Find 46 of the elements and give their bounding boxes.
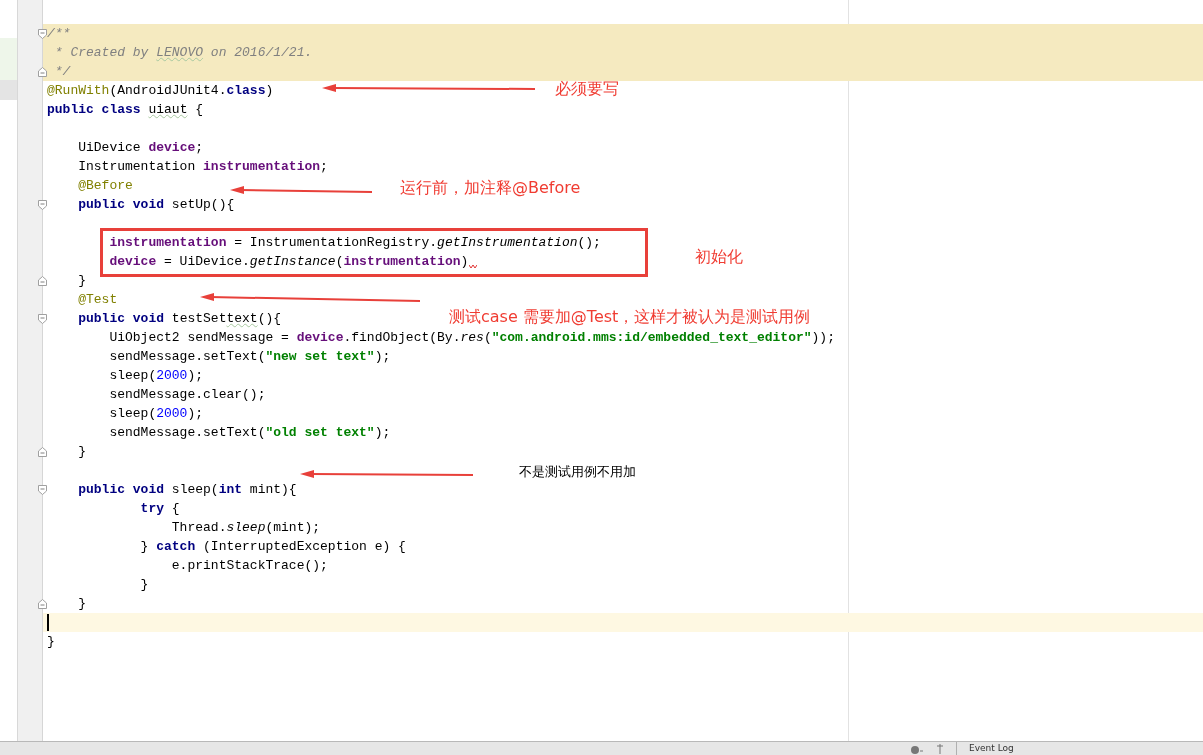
- fold-icon[interactable]: [38, 275, 47, 286]
- code-line: public void sleep(int mint){: [77, 481, 297, 499]
- fold-icon[interactable]: [38, 199, 47, 210]
- code-line: e.printStackTrace();: [170, 557, 328, 575]
- fold-icon[interactable]: [38, 66, 47, 77]
- code-line: sendMessage.setText("new set text");: [108, 348, 391, 366]
- code-line: } catch (InterruptedException e) {: [139, 538, 406, 556]
- code-line: }: [47, 633, 55, 651]
- code-line: }: [77, 443, 86, 461]
- fold-icon[interactable]: [38, 28, 47, 39]
- event-log-tab[interactable]: Event Log: [969, 743, 1014, 754]
- code-line: /**: [47, 25, 71, 43]
- fold-icon[interactable]: [38, 313, 47, 324]
- fold-icon[interactable]: [38, 598, 47, 609]
- code-line: try {: [139, 500, 180, 518]
- annotation-note: 初始化: [695, 247, 743, 267]
- text-cursor: [47, 614, 49, 631]
- code-line: instrumentation = InstrumentationRegistry.getInstrumentation();: [108, 234, 601, 252]
- code-line: * Created by LENOVO on 2016/1/21.: [53, 44, 313, 62]
- code-line: */: [53, 63, 71, 81]
- pin-icon[interactable]: [936, 743, 944, 754]
- code-line: UiObject2 sendMessage = device.findObject(By.res("com.android.mms:id/embedded_text_editor"));: [108, 329, 835, 347]
- code-line: }: [139, 576, 149, 594]
- fold-icon[interactable]: [38, 484, 47, 495]
- code-line: UiDevice device;: [77, 139, 204, 157]
- code-line: Instrumentation instrumentation;: [77, 158, 328, 176]
- code-line: public void testSettext(){: [77, 310, 282, 328]
- code-line: device = UiDevice.getInstance(instrumentation): [108, 253, 469, 271]
- annotation-note: 测试case 需要加@Test，这样才被认为是测试用例: [449, 307, 811, 327]
- code-line: sleep(2000);: [108, 367, 204, 385]
- code-line: @RunWith(AndroidJUnit4.class): [47, 82, 274, 100]
- sidebar-band: [0, 38, 17, 100]
- code-line: sendMessage.setText("old set text");: [108, 424, 391, 442]
- code-line: public void setUp(){: [77, 196, 235, 214]
- annotation-note: 运行前，加注释@Before: [400, 178, 581, 198]
- code-line: }: [77, 595, 86, 613]
- code-line: }: [77, 272, 86, 290]
- code-line: public class uiaut {: [47, 101, 204, 119]
- code-line: @Before: [77, 177, 133, 195]
- code-line: Thread.sleep(mint);: [170, 519, 321, 537]
- annotation-note: 必须要写: [555, 79, 619, 99]
- code-line: sleep(2000);: [108, 405, 204, 423]
- code-line: @Test: [77, 291, 118, 309]
- fold-icon[interactable]: [38, 446, 47, 457]
- code-line: sendMessage.clear();: [108, 386, 266, 404]
- annotation-note: 不是测试用例不用加: [519, 464, 636, 480]
